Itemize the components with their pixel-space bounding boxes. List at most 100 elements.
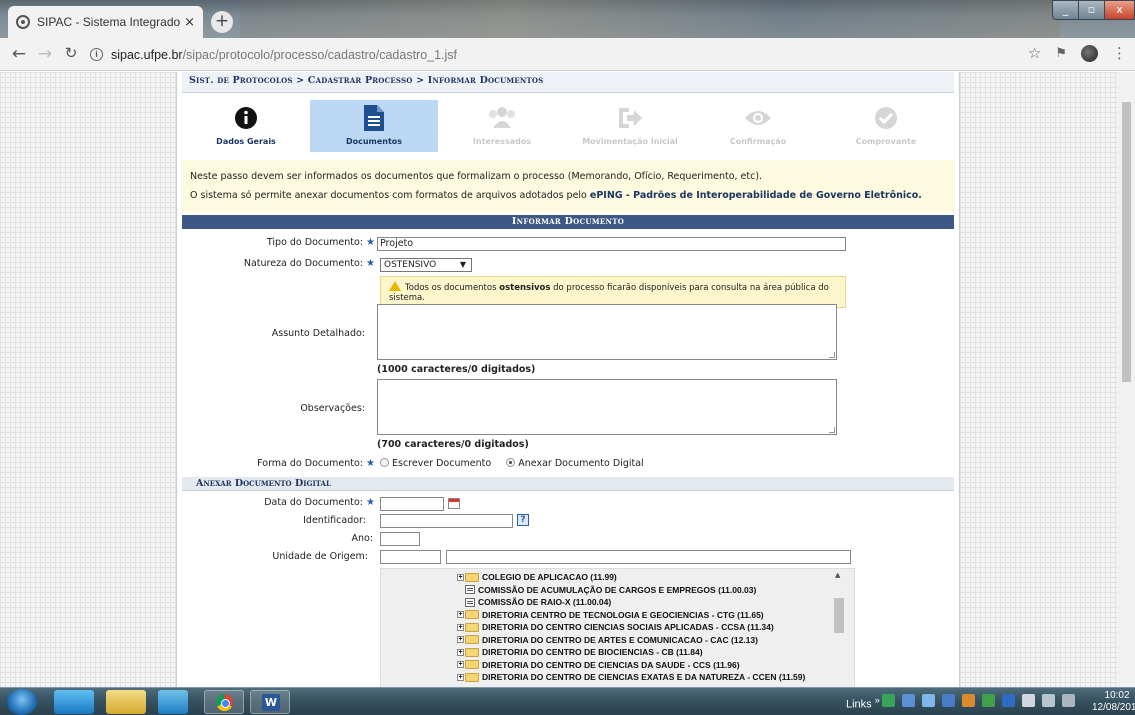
natureza-documento-select[interactable]: OSTENSIVO ▼ bbox=[380, 258, 472, 272]
expand-plus-icon[interactable]: + bbox=[457, 648, 464, 656]
window-close-button[interactable]: x bbox=[1104, 0, 1135, 20]
step-documentos[interactable]: Documentos bbox=[310, 100, 438, 152]
page-scrollbar[interactable] bbox=[1118, 72, 1135, 687]
site-favicon-icon bbox=[16, 15, 30, 29]
ano-input[interactable] bbox=[380, 532, 420, 546]
tree-item-label: DIRETORIA DO CENTRO DE ARTES E COMUNICAC… bbox=[482, 634, 758, 645]
tray-app-icon[interactable] bbox=[882, 694, 895, 707]
tipo-documento-input[interactable]: Projeto bbox=[377, 237, 846, 251]
scroll-up-icon[interactable]: ▲ bbox=[835, 571, 840, 579]
chrome-taskbar-button[interactable] bbox=[204, 690, 244, 714]
tray-app-icon[interactable] bbox=[902, 694, 915, 707]
tree-item-label: DIRETORIA DO CENTRO DE CIENCIAS DA SAUDE… bbox=[482, 659, 740, 670]
tree-item[interactable]: + COLEGIO DE APLICACAO (11.99) bbox=[457, 571, 805, 584]
browser-tab[interactable]: SIPAC - Sistema Integrado de Pat × bbox=[8, 6, 203, 38]
tree-item[interactable]: + DIRETORIA DO CENTRO CIENCIAS SOCIAIS AP… bbox=[457, 621, 805, 634]
tree-item[interactable]: COMISSÃO DE RAIO-X (11.00.04) bbox=[457, 596, 805, 609]
unidade-nome-input[interactable] bbox=[446, 550, 851, 564]
reload-icon[interactable]: ↻ bbox=[60, 44, 82, 62]
observacoes-textarea[interactable] bbox=[377, 379, 837, 435]
unidade-tree: + COLEGIO DE APLICACAO (11.99) COMISSÃO DE… bbox=[380, 568, 855, 687]
word-icon: W bbox=[262, 694, 280, 711]
help-icon[interactable]: ? bbox=[517, 514, 529, 526]
tray-app-icon[interactable] bbox=[942, 694, 955, 707]
expand-plus-icon[interactable]: + bbox=[457, 673, 464, 681]
expand-plus-icon[interactable]: + bbox=[457, 573, 464, 581]
new-tab-button[interactable]: + bbox=[211, 11, 233, 33]
step-comprovante[interactable]: Comprovante bbox=[822, 100, 950, 152]
users-icon bbox=[438, 105, 566, 131]
flag-icon[interactable] bbox=[1022, 694, 1035, 707]
site-info-icon[interactable]: i bbox=[90, 48, 103, 61]
required-star-icon: ★ bbox=[366, 258, 375, 269]
tray-app-icon[interactable] bbox=[1002, 694, 1015, 707]
volume-icon[interactable] bbox=[1062, 694, 1075, 707]
identificador-input[interactable] bbox=[380, 514, 513, 528]
tree-item[interactable]: + DIRETORIA DO CENTRO DE ARTES E COMUNICA… bbox=[457, 634, 805, 647]
move-icon bbox=[566, 105, 694, 131]
bookmark-star-icon[interactable]: ☆ bbox=[1028, 44, 1041, 62]
tree-item-label: COLEGIO DE APLICACAO (11.99) bbox=[482, 572, 617, 583]
tree-item[interactable]: + DIRETORIA DO CENTRO DE BIOCIENCIAS - CB… bbox=[457, 646, 805, 659]
tree-item-label: DIRETORIA CENTRO DE TECNOLOGIA E GEOCIEN… bbox=[482, 609, 764, 620]
tray-app-icon[interactable] bbox=[982, 694, 995, 707]
step-movimentacao-inicial[interactable]: Movimentação Inicial bbox=[566, 100, 694, 152]
tree-item[interactable]: + DIRETORIA DO CENTRO DE CIENCIAS DA SAUD… bbox=[457, 659, 805, 672]
folder-icon bbox=[465, 672, 479, 682]
extension-flag-icon[interactable]: ⚑ bbox=[1055, 46, 1067, 61]
calendar-icon[interactable] bbox=[448, 498, 460, 509]
url-field[interactable]: i sipac.ufpe.br/sipac/protocolo/processo… bbox=[90, 42, 1020, 67]
step-interessados[interactable]: Interessados bbox=[438, 100, 566, 152]
internet-explorer-icon[interactable] bbox=[54, 690, 94, 714]
resize-grip-icon[interactable] bbox=[829, 352, 835, 358]
back-arrow-icon[interactable]: ← bbox=[8, 44, 30, 64]
tree-item[interactable]: COMISSÃO DE ACUMULAÇÃO DE CARGOS E EMPRE… bbox=[457, 584, 805, 597]
step-confirmacao[interactable]: Confirmação bbox=[694, 100, 822, 152]
expand-plus-icon[interactable]: + bbox=[457, 623, 464, 631]
clock[interactable]: 10:02 12/08/2019 bbox=[1092, 690, 1135, 714]
folder-icon bbox=[465, 622, 479, 632]
tab-close-icon[interactable]: × bbox=[184, 15, 195, 30]
page-scrollbar-thumb[interactable] bbox=[1122, 102, 1131, 382]
tree-item-label: COMISSÃO DE ACUMULAÇÃO DE CARGOS E EMPRE… bbox=[478, 584, 757, 595]
assunto-textarea[interactable] bbox=[377, 304, 837, 360]
media-player-icon[interactable] bbox=[158, 690, 188, 714]
tree-item[interactable]: + DIRETORIA CENTRO DE TECNOLOGIA E GEOCIE… bbox=[457, 609, 805, 622]
expand-plus-icon[interactable]: + bbox=[457, 661, 464, 669]
tree-scrollbar[interactable]: ▲ bbox=[834, 569, 844, 687]
resize-grip-icon[interactable] bbox=[829, 427, 835, 433]
titlebar-texture bbox=[240, 0, 1060, 38]
window-maximize-button[interactable]: ▫ bbox=[1078, 0, 1105, 20]
menu-dots-icon[interactable]: ⋮ bbox=[1112, 44, 1127, 62]
step-dados-gerais[interactable]: Dados Gerais bbox=[182, 100, 310, 152]
expand-plus-icon[interactable]: + bbox=[457, 636, 464, 644]
ano-label: Ano: bbox=[351, 533, 373, 544]
section-title-anexar-documento: Anexar Documento Digital bbox=[182, 477, 954, 491]
tree-item-label: DIRETORIA DO CENTRO DE CIENCIAS EXATAS E… bbox=[482, 672, 806, 683]
tree-item[interactable]: + DIRETORIA DO CENTRO DE CIENCIAS EXATAS … bbox=[457, 671, 805, 684]
tray-app-icon[interactable] bbox=[962, 694, 975, 707]
browser-titlebar: SIPAC - Sistema Integrado de Pat × + _ ▫… bbox=[0, 0, 1135, 38]
radio-anexar-documento[interactable] bbox=[506, 458, 516, 467]
eping-link[interactable]: ePING - Padrões de Interoperabilidade de… bbox=[590, 190, 922, 201]
file-explorer-icon[interactable] bbox=[106, 690, 146, 714]
notice-line-1: Neste passo devem ser informados os docu… bbox=[190, 171, 763, 182]
info-notice: Neste passo devem ser informados os docu… bbox=[182, 160, 954, 212]
tree-scrollbar-thumb[interactable] bbox=[834, 598, 844, 633]
start-orb-icon[interactable] bbox=[7, 689, 37, 715]
window-minimize-button[interactable]: _ bbox=[1052, 0, 1079, 20]
required-star-icon: ★ bbox=[366, 237, 375, 248]
assunto-label: Assunto Detalhado: bbox=[271, 328, 365, 339]
word-taskbar-button[interactable]: W bbox=[250, 690, 290, 714]
profile-avatar[interactable] bbox=[1081, 44, 1098, 62]
data-documento-input[interactable] bbox=[380, 497, 444, 511]
wizard-steps: Dados Gerais Documentos Interessados Mov… bbox=[182, 100, 954, 152]
tray-app-icon[interactable] bbox=[922, 694, 935, 707]
forward-arrow-icon[interactable]: → bbox=[34, 44, 56, 64]
radio-escrever-documento[interactable] bbox=[380, 458, 389, 467]
unidade-codigo-input[interactable] bbox=[380, 550, 441, 564]
network-icon[interactable] bbox=[1042, 694, 1055, 707]
notice-line-2-text: O sistema só permite anexar documentos c… bbox=[190, 190, 590, 201]
links-toolbar[interactable]: Links » bbox=[846, 695, 880, 711]
expand-plus-icon[interactable]: + bbox=[457, 611, 464, 619]
